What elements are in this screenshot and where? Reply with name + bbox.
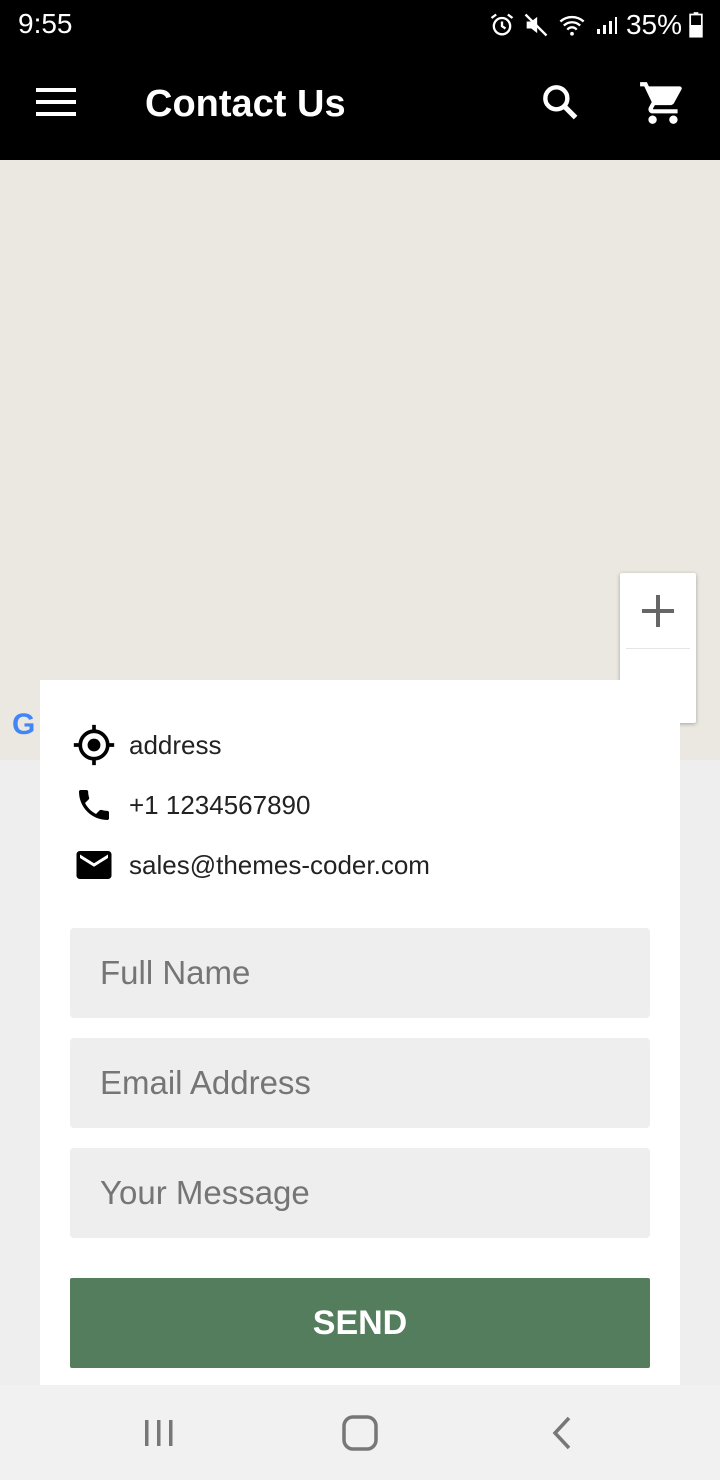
full-name-field[interactable] [70, 928, 650, 1018]
battery-icon [688, 11, 704, 39]
app-bar: Contact Us [0, 50, 720, 160]
search-icon [543, 85, 578, 120]
email-field[interactable] [70, 1038, 650, 1128]
alarm-icon [488, 11, 516, 39]
menu-icon [36, 88, 76, 116]
address-text: address [129, 729, 222, 760]
search-button[interactable] [538, 80, 582, 124]
battery-percent: 35% [625, 9, 682, 40]
system-nav-bar [0, 1385, 720, 1480]
status-bar: 9:55 35% [0, 0, 720, 50]
home-icon [342, 1415, 378, 1451]
send-button[interactable]: SEND [70, 1278, 650, 1368]
email-row: sales@themes-coder.com [72, 843, 430, 887]
status-icons: 35% [488, 8, 704, 42]
phone-text[interactable]: +1 1234567890 [129, 790, 310, 821]
home-button[interactable] [330, 1405, 390, 1461]
cart-icon [640, 82, 682, 124]
cart-button[interactable] [638, 78, 688, 128]
map-view[interactable]: G [0, 160, 720, 760]
address-row: address [72, 723, 222, 767]
phone-row: +1 1234567890 [72, 783, 310, 827]
back-icon [552, 1416, 571, 1450]
wifi-icon [556, 11, 588, 39]
contact-card: address +1 1234567890 sales@themes-coder… [40, 680, 680, 1385]
phone-icon [72, 783, 116, 827]
location-icon [72, 723, 116, 767]
email-text[interactable]: sales@themes-coder.com [129, 850, 430, 881]
google-logo: G [12, 708, 36, 741]
signal-icon [594, 11, 618, 39]
mute-icon [522, 11, 550, 39]
recents-button[interactable] [129, 1405, 189, 1461]
message-field[interactable] [70, 1148, 650, 1238]
menu-button[interactable] [36, 86, 76, 118]
recents-icon [145, 1420, 173, 1446]
page-title: Contact Us [145, 83, 346, 125]
zoom-in-button[interactable] [620, 573, 696, 648]
back-button[interactable] [532, 1405, 592, 1461]
status-time: 9:55 [18, 8, 73, 39]
email-icon [72, 843, 116, 887]
plus-icon [642, 594, 674, 627]
